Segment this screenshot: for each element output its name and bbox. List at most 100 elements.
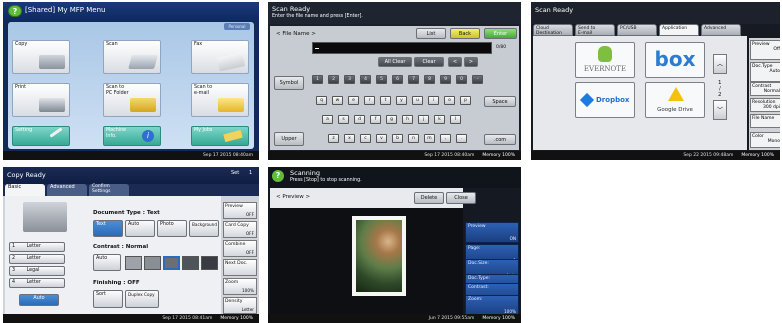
key[interactable]: 9: [440, 75, 451, 84]
doc-type-photo-button[interactable]: Photo: [157, 220, 187, 237]
key[interactable]: w: [332, 96, 343, 105]
contrast-level-3[interactable]: [163, 256, 180, 270]
density-setting[interactable]: Density Letter: [223, 297, 257, 314]
key[interactable]: 3: [344, 75, 355, 84]
tab-basic[interactable]: Basic: [5, 184, 45, 196]
preview-setting[interactable]: Preview ON: [465, 222, 519, 243]
key[interactable]: m: [424, 134, 435, 143]
key[interactable]: j: [418, 115, 429, 124]
tray-3[interactable]: 3 Legal: [9, 266, 65, 276]
box-app-button[interactable]: box: [645, 42, 705, 78]
combine-setting[interactable]: Combine OFF: [223, 240, 257, 257]
my-jobs-button[interactable]: My Jobs: [191, 126, 249, 146]
key[interactable]: n: [408, 134, 419, 143]
key[interactable]: 6: [392, 75, 403, 84]
contrast-auto-button[interactable]: Auto: [93, 254, 121, 271]
contrast-level-2[interactable]: [144, 256, 161, 270]
contrast-setting[interactable]: Contrast Normal: [750, 82, 780, 96]
clear-button[interactable]: Clear: [414, 57, 444, 67]
fax-button[interactable]: Fax: [191, 40, 249, 74]
key[interactable]: 4: [360, 75, 371, 84]
tab-pc-usb[interactable]: PC/USB: [617, 24, 657, 36]
help-button[interactable]: ?: [8, 5, 22, 17]
print-button[interactable]: Print: [12, 83, 70, 117]
key[interactable]: b: [392, 134, 403, 143]
key[interactable]: d: [354, 115, 365, 124]
key[interactable]: p: [460, 96, 471, 105]
key[interactable]: 7: [408, 75, 419, 84]
google-drive-app-button[interactable]: Google Drive: [645, 82, 705, 118]
key[interactable]: 0: [456, 75, 467, 84]
tab-advanced[interactable]: Advanced: [47, 184, 87, 196]
evernote-app-button[interactable]: EVERNOTE: [575, 42, 635, 78]
symbol-button[interactable]: Symbol: [274, 76, 304, 90]
resolution-setting[interactable]: Resolution 300 dpi: [750, 98, 780, 112]
key[interactable]: q: [316, 96, 327, 105]
scan-button[interactable]: Scan: [103, 40, 161, 74]
color-setting[interactable]: Color Mono: [750, 132, 780, 148]
copy-button[interactable]: Copy: [12, 40, 70, 74]
key[interactable]: t: [380, 96, 391, 105]
contrast-level-4[interactable]: [182, 256, 199, 270]
key[interactable]: y: [396, 96, 407, 105]
tab-advanced[interactable]: Advanced: [701, 24, 741, 36]
all-clear-button[interactable]: All Clear: [378, 57, 412, 67]
key[interactable]: 5: [376, 75, 387, 84]
upper-button[interactable]: Upper: [274, 132, 304, 146]
zoom-setting[interactable]: Zoom 100%: [223, 278, 257, 295]
tray-2[interactable]: 2 Letter: [9, 254, 65, 264]
tab-send-to-email[interactable]: Send to E-mail: [575, 24, 615, 36]
key[interactable]: g: [386, 115, 397, 124]
page-scroll-down[interactable]: ﹀: [713, 100, 727, 120]
key[interactable]: z: [328, 134, 339, 143]
key[interactable]: r: [364, 96, 375, 105]
file-name-input[interactable]: [312, 42, 492, 54]
key[interactable]: c: [360, 134, 371, 143]
dropbox-app-button[interactable]: Dropbox: [575, 82, 635, 118]
cursor-left-button[interactable]: <: [448, 57, 462, 67]
key[interactable]: i: [428, 96, 439, 105]
tray-1[interactable]: 1 Letter: [9, 242, 65, 252]
key[interactable]: u: [412, 96, 423, 105]
space-button[interactable]: Space: [484, 96, 516, 107]
key[interactable]: x: [344, 134, 355, 143]
key[interactable]: o: [444, 96, 455, 105]
tab-application[interactable]: Application: [659, 24, 699, 36]
key[interactable]: -: [472, 75, 483, 84]
key[interactable]: s: [338, 115, 349, 124]
setting-button[interactable]: Setting: [12, 126, 70, 146]
tab-cloud-destination[interactable]: Cloud Destination: [533, 24, 573, 36]
enter-button[interactable]: Enter: [484, 28, 517, 39]
dotcom-button[interactable]: .com: [484, 134, 516, 145]
key[interactable]: v: [376, 134, 387, 143]
delete-button[interactable]: Delete: [414, 192, 444, 204]
doc-type-setting[interactable]: Doc.Type Auto: [750, 62, 780, 82]
key[interactable]: 1: [312, 75, 323, 84]
key[interactable]: a: [322, 115, 333, 124]
help-button[interactable]: ?: [272, 170, 284, 182]
cursor-right-button[interactable]: >: [464, 57, 478, 67]
personal-badge[interactable]: Personal: [224, 23, 250, 30]
key[interactable]: .: [456, 134, 467, 143]
machine-info-button[interactable]: Machine Info. i: [103, 126, 161, 146]
key[interactable]: f: [370, 115, 381, 124]
contrast-level-5[interactable]: [201, 256, 218, 270]
key[interactable]: 2: [328, 75, 339, 84]
tray-4[interactable]: 4 Letter: [9, 278, 65, 288]
key[interactable]: l: [450, 115, 461, 124]
key[interactable]: e: [348, 96, 359, 105]
key[interactable]: h: [402, 115, 413, 124]
scan-to-pc-folder-button[interactable]: Scan to PC Folder: [103, 83, 161, 117]
sort-button[interactable]: Sort: [93, 290, 123, 308]
close-button[interactable]: Close: [446, 192, 476, 204]
card-copy-setting[interactable]: Card Copy OFF: [223, 221, 257, 238]
preview-setting[interactable]: Preview Off: [750, 40, 780, 60]
preview-setting[interactable]: Preview OFF: [223, 202, 257, 219]
back-button[interactable]: Back: [450, 28, 480, 39]
key[interactable]: 8: [424, 75, 435, 84]
duplex-copy-button[interactable]: Duplex Copy: [125, 290, 159, 308]
tab-confirm-settings[interactable]: Confirm Settings: [89, 184, 129, 196]
file-name-setting[interactable]: File Name: [750, 114, 780, 128]
key[interactable]: ,: [440, 134, 451, 143]
page-scroll-up[interactable]: ︿: [713, 54, 727, 74]
